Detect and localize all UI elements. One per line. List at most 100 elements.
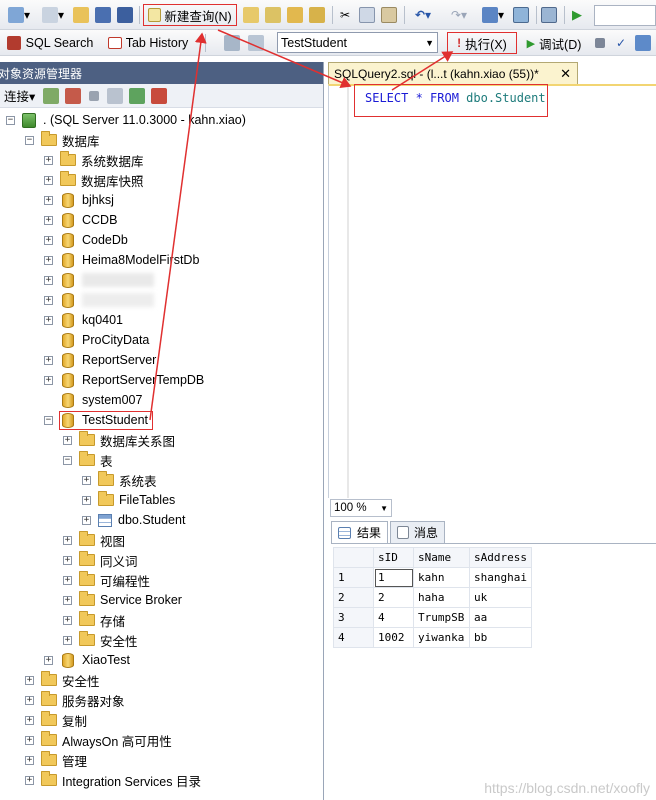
collapse-icon[interactable]: −	[63, 455, 72, 465]
table-cell[interactable]: kahn	[413, 567, 470, 588]
open-file-button[interactable]	[72, 5, 90, 25]
tree-node[interactable]: + FileTables	[82, 490, 175, 510]
tree-node-database[interactable]: +	[44, 270, 154, 290]
column-header[interactable]: sName	[413, 547, 470, 568]
tree-node-databases[interactable]: − 数据库	[25, 130, 100, 150]
mdx-query-button[interactable]	[264, 5, 282, 25]
expand-icon[interactable]: +	[63, 535, 72, 545]
tree-node-tables[interactable]: − 表	[63, 450, 113, 470]
expand-icon[interactable]: +	[44, 315, 53, 325]
new-query-button[interactable]: 新建查询(N)	[143, 4, 237, 26]
expand-icon[interactable]: +	[25, 715, 34, 725]
expand-icon[interactable]: +	[44, 355, 53, 365]
expand-icon[interactable]: +	[25, 695, 34, 705]
copy-button[interactable]	[358, 5, 376, 25]
activity-monitor-icon[interactable]	[151, 87, 168, 104]
tree-node-database[interactable]: system007	[44, 390, 142, 410]
tree-node-database[interactable]: + bjhksj	[44, 190, 114, 210]
table-cell[interactable]: shanghai	[469, 567, 532, 588]
undo-button[interactable]: ↶ ▾	[408, 5, 438, 25]
tree-node-database[interactable]: + ReportServerTempDB	[44, 370, 204, 390]
table-cell[interactable]: haha	[413, 587, 470, 608]
available-databases-select[interactable]: TestStudent ▼	[277, 32, 438, 53]
expand-icon[interactable]: +	[44, 195, 53, 205]
disconnect-icon[interactable]	[65, 87, 82, 104]
paste-button[interactable]	[380, 5, 398, 25]
redo-button[interactable]: ↷ ▾	[444, 5, 474, 25]
tree-node-database[interactable]: + CodeDb	[44, 230, 128, 250]
save-button[interactable]	[94, 5, 112, 25]
expand-icon[interactable]: +	[82, 475, 91, 485]
expand-icon[interactable]: +	[44, 655, 53, 665]
tree-node[interactable]: + 系统数据库	[44, 150, 144, 170]
dmx-query-button[interactable]	[286, 5, 304, 25]
expand-icon[interactable]: +	[63, 615, 72, 625]
table-cell[interactable]: 2	[373, 587, 414, 608]
expand-icon[interactable]: +	[25, 675, 34, 685]
row-header-corner[interactable]	[333, 547, 374, 568]
save-all-button[interactable]	[116, 5, 134, 25]
filter-icon[interactable]	[107, 87, 124, 104]
row-number[interactable]: 1	[333, 567, 374, 588]
tree-node-database[interactable]: + ReportServer	[44, 350, 156, 370]
tree-node-database[interactable]: + XiaoTest	[44, 650, 130, 670]
expand-icon[interactable]: +	[25, 735, 34, 745]
table-cell[interactable]: TrumpSB	[413, 607, 470, 628]
tree-node-table[interactable]: + dbo.Student	[82, 510, 185, 530]
change-connection-button[interactable]	[246, 33, 266, 53]
tree-node[interactable]: + 复制	[25, 710, 87, 730]
query-editor[interactable]: SELECT * FROM dbo.Student	[328, 84, 656, 498]
new-project-button[interactable]: ▾	[4, 5, 34, 25]
tree-node[interactable]: + 可编程性	[63, 570, 150, 590]
tree-node[interactable]: + 安全性	[63, 630, 138, 650]
report-button[interactable]	[540, 5, 558, 25]
tree-node[interactable]: + 存储	[63, 610, 125, 630]
table-cell[interactable]: uk	[469, 587, 532, 608]
panel-menu-icon[interactable]: ▼	[276, 128, 285, 138]
cancel-execution-button[interactable]	[592, 33, 608, 53]
pin-icon[interactable]: ⊣	[292, 127, 302, 141]
query-text[interactable]: SELECT * FROM dbo.Student	[365, 91, 546, 105]
tree-node[interactable]: + Service Broker	[63, 590, 182, 610]
table-cell[interactable]: 1	[373, 567, 414, 588]
connect-dropdown[interactable]: 连接▾	[4, 86, 35, 105]
expand-icon[interactable]: +	[44, 295, 53, 305]
close-icon[interactable]: ✕	[560, 66, 571, 82]
tree-node-database[interactable]: +	[44, 290, 154, 310]
start-button[interactable]: ▶	[568, 5, 586, 25]
tree-node[interactable]: + 数据库关系图	[63, 430, 175, 450]
expand-icon[interactable]: +	[82, 515, 91, 525]
tree-node-database[interactable]: + CCDB	[44, 210, 117, 230]
tree-node[interactable]: + AlwaysOn 高可用性	[25, 730, 172, 750]
tab-history-button[interactable]: Tab History	[102, 33, 194, 53]
tree-node[interactable]: + 安全性	[25, 670, 100, 690]
tree-node-teststudent[interactable]: − TestStudent	[44, 410, 154, 430]
collapse-icon[interactable]: −	[6, 115, 15, 125]
tab-messages[interactable]: 消息	[390, 521, 446, 543]
collapse-icon[interactable]: −	[44, 415, 53, 425]
results-grid[interactable]: sID sName sAddress 1 1 kahn shanghai 2 2…	[331, 543, 656, 800]
collapse-icon[interactable]: −	[25, 135, 34, 145]
row-number[interactable]: 4	[333, 627, 374, 648]
table-cell[interactable]: yiwanka	[413, 627, 470, 648]
table-cell[interactable]: bb	[469, 627, 532, 648]
tree-node-database[interactable]: ProCityData	[44, 330, 149, 350]
navigate-button[interactable]: ▾	[478, 5, 508, 25]
tree-node[interactable]: + 服务器对象	[25, 690, 125, 710]
expand-icon[interactable]: +	[44, 175, 53, 185]
expand-icon[interactable]: +	[44, 275, 53, 285]
expand-icon[interactable]: +	[82, 495, 91, 505]
tree-node-database[interactable]: + kq0401	[44, 310, 123, 330]
expand-icon[interactable]: +	[63, 575, 72, 585]
parse-button[interactable]: ✓	[612, 33, 630, 53]
cut-button[interactable]: ✂	[336, 5, 354, 25]
expand-icon[interactable]: +	[44, 235, 53, 245]
db-engine-query-button[interactable]	[242, 5, 260, 25]
sql-search-button[interactable]: SQL Search	[4, 33, 96, 53]
tree-node[interactable]: + 同义词	[63, 550, 138, 570]
add-item-button[interactable]: ▾	[38, 5, 68, 25]
tree-node[interactable]: + 系统表	[82, 470, 157, 490]
table-cell[interactable]: aa	[469, 607, 532, 628]
xmla-query-button[interactable]	[308, 5, 326, 25]
expand-icon[interactable]: +	[25, 755, 34, 765]
